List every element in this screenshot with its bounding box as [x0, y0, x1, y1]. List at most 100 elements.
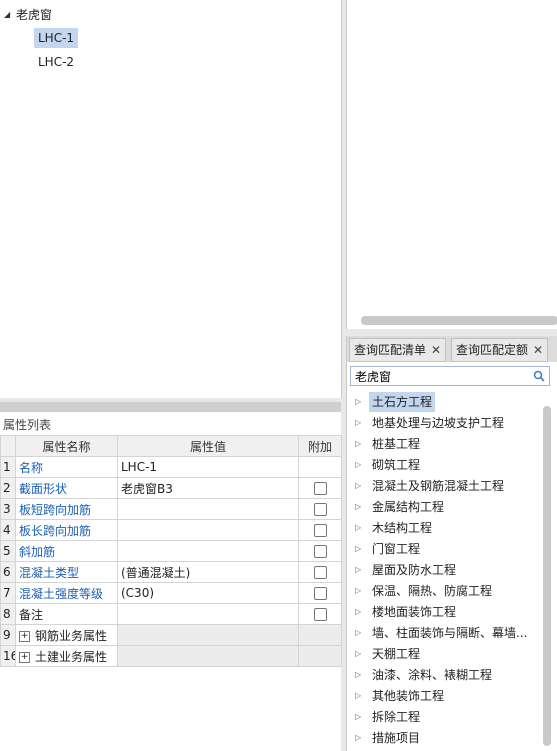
expand-arrow-icon[interactable]: ▷	[355, 728, 369, 748]
expand-arrow-icon[interactable]: ▷	[355, 623, 369, 643]
category-item[interactable]: ▷ 砌筑工程	[355, 455, 423, 475]
category-item[interactable]: ▷ 拆除工程	[355, 707, 423, 727]
extra-checkbox[interactable]	[313, 524, 327, 537]
category-item[interactable]: ▷ 墙、柱面装饰与隔断、幕墙...	[355, 623, 530, 643]
expand-arrow-icon[interactable]: ▷	[355, 581, 369, 601]
category-item[interactable]: ▷ 天棚工程	[355, 644, 423, 664]
query-tab-bar: 查询匹配清单 ✕ 查询匹配定额 ✕	[347, 336, 557, 362]
property-name-label: 土建业务属性	[35, 649, 108, 664]
property-list-pane: 属性列表 属性名称 属性值 附加 1 名称 LHC-1 2 截面形状 老虎窗B3 3 板短跨向…	[0, 402, 342, 751]
extra-checkbox[interactable]	[313, 608, 327, 621]
category-label: 其他装饰工程	[372, 689, 445, 703]
property-name: 混凝土强度等级	[15, 582, 118, 604]
category-item[interactable]: ▷ 屋面及防水工程	[355, 560, 459, 580]
expand-arrow-icon[interactable]: ▷	[355, 686, 369, 706]
category-item[interactable]: ▷ 木结构工程	[355, 518, 435, 538]
property-name-label: 名称	[19, 460, 44, 475]
close-icon[interactable]: ✕	[533, 343, 543, 357]
extra-cell	[298, 561, 342, 583]
property-value[interactable]	[117, 519, 299, 541]
extra-cell	[298, 477, 342, 499]
property-value[interactable]	[117, 603, 299, 625]
property-row[interactable]: 4 板长跨向加筋	[0, 519, 342, 541]
tree-root-item[interactable]: ◢ 老虎窗	[4, 5, 52, 23]
category-item[interactable]: ▷ 保温、隔热、防腐工程	[355, 581, 495, 601]
property-row[interactable]: 3 板短跨向加筋	[0, 498, 342, 520]
expand-arrow-icon[interactable]: ▷	[355, 455, 369, 475]
extra-checkbox[interactable]	[313, 545, 327, 558]
category-item[interactable]: ▷ 地基处理与边坡支护工程	[355, 413, 507, 433]
expand-arrow-icon[interactable]: ▷	[355, 707, 369, 727]
property-row[interactable]: 8 备注	[0, 603, 342, 625]
category-item[interactable]: ▷ 混凝土及钢筋混凝土工程	[355, 476, 507, 496]
property-value[interactable]	[117, 624, 299, 646]
tree-item-lhc-2[interactable]: LHC-2	[34, 52, 78, 72]
expand-arrow-icon[interactable]: ▷	[355, 413, 369, 433]
extra-checkbox[interactable]	[313, 503, 327, 516]
pane-splitter[interactable]	[0, 402, 341, 412]
property-name: + 土建业务属性	[15, 645, 118, 667]
expand-arrow-icon[interactable]: ▷	[355, 602, 369, 622]
property-name: 板短跨向加筋	[15, 498, 118, 520]
expand-arrow-icon[interactable]: ▷	[355, 665, 369, 685]
row-index: 8	[0, 603, 16, 625]
property-value[interactable]	[117, 540, 299, 562]
tree-item-lhc-1[interactable]: LHC-1	[34, 28, 79, 48]
property-value[interactable]	[117, 645, 299, 667]
expand-plus-icon[interactable]: +	[19, 651, 30, 663]
category-label: 砌筑工程	[372, 458, 421, 472]
horizontal-scrollbar[interactable]	[361, 316, 557, 325]
category-label: 混凝土及钢筋混凝土工程	[372, 479, 505, 493]
category-item[interactable]: ▷ 措施项目	[355, 728, 423, 748]
category-item[interactable]: ▷ 土石方工程	[355, 392, 436, 412]
extra-checkbox[interactable]	[313, 482, 327, 495]
property-row[interactable]: 7 混凝土强度等级 (C30)	[0, 582, 342, 604]
property-row[interactable]: 6 混凝土类型 (普通混凝土)	[0, 561, 342, 583]
category-item[interactable]: ▷ 油漆、涂料、裱糊工程	[355, 665, 495, 685]
search-input[interactable]	[351, 367, 529, 385]
property-name: 备注	[15, 603, 118, 625]
expand-arrow-icon[interactable]: ▷	[355, 518, 369, 538]
property-name-label: 斜加筋	[19, 544, 56, 559]
close-icon[interactable]: ✕	[431, 343, 441, 357]
expand-arrow-icon[interactable]: ▷	[355, 476, 369, 496]
property-row[interactable]: 9 + 钢筋业务属性	[0, 624, 342, 646]
tab-query-match-quota[interactable]: 查询匹配定额 ✕	[451, 338, 549, 362]
search-icon[interactable]	[533, 370, 545, 382]
category-label: 屋面及防水工程	[372, 563, 457, 577]
expand-arrow-icon[interactable]: ▷	[355, 560, 369, 580]
property-value[interactable]: LHC-1	[117, 456, 299, 478]
category-item[interactable]: ▷ 金属结构工程	[355, 497, 447, 517]
extra-cell	[298, 645, 342, 667]
expand-arrow-icon[interactable]: ▷	[355, 539, 369, 559]
extra-checkbox[interactable]	[313, 587, 327, 600]
category-label: 金属结构工程	[372, 500, 445, 514]
property-name-label: 备注	[19, 607, 44, 622]
property-row[interactable]: 16+ 土建业务属性	[0, 645, 342, 667]
property-row[interactable]: 1 名称 LHC-1	[0, 456, 342, 478]
property-value[interactable]: 老虎窗B3	[117, 477, 299, 499]
expand-arrow-icon[interactable]: ▷	[355, 392, 369, 412]
category-label: 油漆、涂料、裱糊工程	[372, 668, 493, 682]
property-value[interactable]: (C30)	[117, 582, 299, 604]
collapse-triangle-icon[interactable]: ◢	[4, 10, 16, 19]
tab-query-match-list[interactable]: 查询匹配清单 ✕	[349, 338, 447, 362]
property-row[interactable]: 5 斜加筋	[0, 540, 342, 562]
property-name-label: 混凝土类型	[19, 565, 80, 580]
expand-plus-icon[interactable]: +	[19, 630, 30, 642]
property-name: 斜加筋	[15, 540, 118, 562]
category-label: 门窗工程	[372, 542, 421, 556]
property-name: 混凝土类型	[15, 561, 118, 583]
expand-arrow-icon[interactable]: ▷	[355, 434, 369, 454]
category-item[interactable]: ▷ 其他装饰工程	[355, 686, 447, 706]
property-value[interactable]: (普通混凝土)	[117, 561, 299, 583]
category-item[interactable]: ▷ 楼地面装饰工程	[355, 602, 459, 622]
property-row[interactable]: 2 截面形状 老虎窗B3	[0, 477, 342, 499]
expand-arrow-icon[interactable]: ▷	[355, 644, 369, 664]
category-item[interactable]: ▷ 桩基工程	[355, 434, 423, 454]
category-item[interactable]: ▷ 门窗工程	[355, 539, 423, 559]
property-value[interactable]	[117, 498, 299, 520]
vertical-scrollbar[interactable]	[543, 406, 551, 746]
expand-arrow-icon[interactable]: ▷	[355, 497, 369, 517]
extra-checkbox[interactable]	[313, 566, 327, 579]
